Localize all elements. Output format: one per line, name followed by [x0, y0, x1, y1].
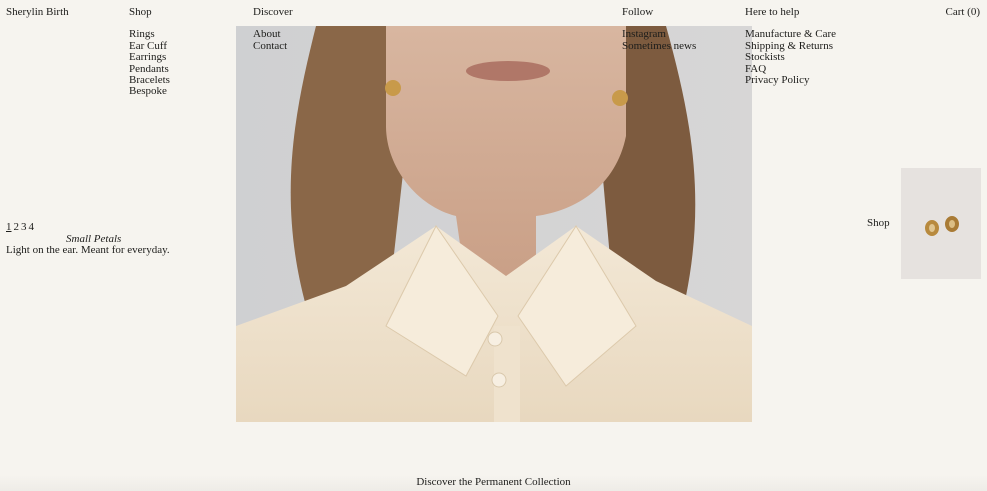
slide-pager: 1234	[6, 221, 170, 233]
menu-item-privacy-policy[interactable]: Privacy Policy	[745, 74, 809, 86]
slide-page-1[interactable]: 1	[6, 221, 12, 233]
menu-item-sometimes-news[interactable]: Sometimes news	[622, 40, 696, 52]
help-menu: Here to help Manufacture & Care Shipping…	[745, 6, 836, 86]
follow-menu-title[interactable]: Follow	[622, 6, 696, 18]
discover-menu-list: About Contact	[253, 29, 293, 52]
slide-title: Small Petals	[66, 233, 122, 245]
menu-item-manufacture-care[interactable]: Manufacture & Care	[745, 28, 836, 40]
hero-image	[236, 26, 752, 422]
cart-link[interactable]: Cart (0)	[945, 6, 980, 18]
menu-item-earrings[interactable]: Earrings	[129, 51, 166, 63]
brand-logo-link[interactable]: Sherylin Birth	[6, 6, 69, 18]
menu-item-instagram[interactable]: Instagram	[622, 28, 666, 40]
slide-page-4[interactable]: 4	[29, 221, 35, 233]
help-menu-title[interactable]: Here to help	[745, 6, 836, 18]
slide-page-3[interactable]: 3	[21, 221, 27, 233]
discover-menu: Discover About Contact	[253, 6, 293, 52]
menu-item-ear-cuff[interactable]: Ear Cuff	[129, 40, 167, 52]
product-thumbnail[interactable]	[901, 168, 981, 279]
shop-menu: Shop Rings Ear Cuff Earrings Pendants Br…	[129, 6, 170, 98]
menu-item-rings[interactable]: Rings	[129, 28, 155, 40]
menu-item-about[interactable]: About	[253, 28, 281, 40]
discover-collection-link[interactable]: Discover the Permanent Collection	[416, 475, 570, 488]
shop-side-link[interactable]: Shop	[867, 217, 890, 229]
menu-item-contact[interactable]: Contact	[253, 40, 287, 52]
menu-item-shipping-returns[interactable]: Shipping & Returns	[745, 40, 833, 52]
menu-item-pendants[interactable]: Pendants	[129, 63, 169, 75]
model-photo	[236, 26, 752, 422]
follow-menu: Follow Instagram Sometimes news	[622, 6, 696, 52]
slideshow-caption: 1234 Small Petals Light on the ear. Mean…	[6, 221, 170, 257]
follow-menu-list: Instagram Sometimes news	[622, 29, 696, 52]
menu-item-bracelets[interactable]: Bracelets	[129, 74, 170, 86]
menu-item-bespoke[interactable]: Bespoke	[129, 85, 167, 97]
collection-cta-bar: Discover the Permanent Collection	[0, 475, 987, 491]
menu-item-stockists[interactable]: Stockists	[745, 51, 785, 63]
help-menu-list: Manufacture & Care Shipping & Returns St…	[745, 29, 836, 86]
earrings-product-image	[901, 168, 981, 279]
shop-menu-title[interactable]: Shop	[129, 6, 170, 18]
slide-description: Light on the ear. Meant for everyday.	[6, 244, 170, 257]
slide-page-2[interactable]: 2	[14, 221, 20, 233]
discover-menu-title[interactable]: Discover	[253, 6, 293, 18]
menu-item-faq[interactable]: FAQ	[745, 63, 766, 75]
shop-menu-list: Rings Ear Cuff Earrings Pendants Bracele…	[129, 29, 170, 97]
